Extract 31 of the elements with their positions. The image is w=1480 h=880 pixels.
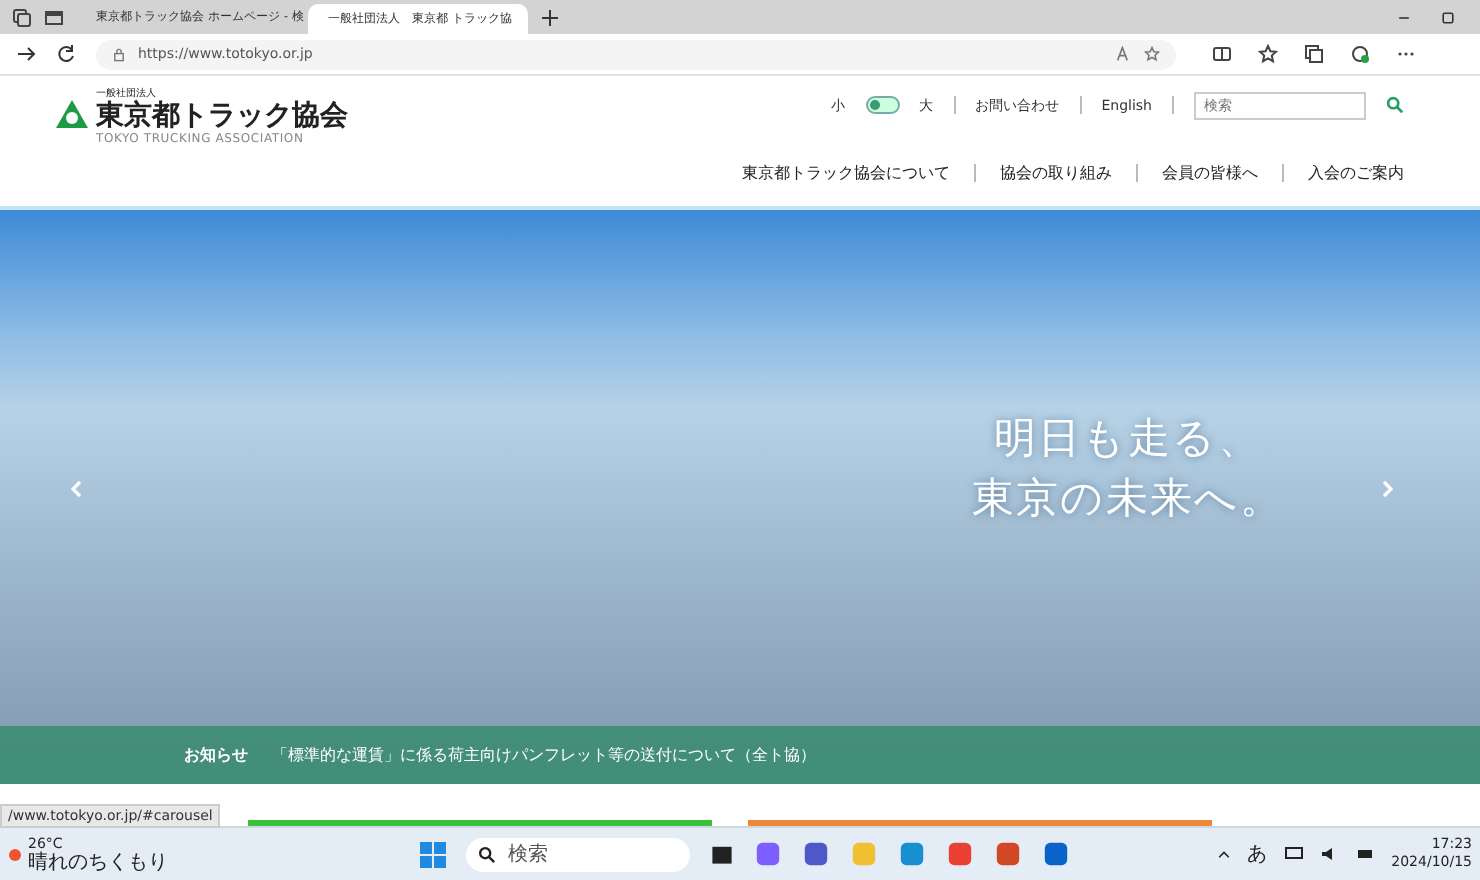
start-icon[interactable] <box>420 841 446 867</box>
logo-icon <box>54 98 90 134</box>
hero-headline: 東京の未来へ。 <box>972 472 1284 526</box>
chevron-up-icon[interactable] <box>1215 846 1232 862</box>
news-link[interactable]: 「標準的な運賃」に係る荷主向けパンフレット等の送付について（全ト協） <box>272 744 816 766</box>
refresh-icon[interactable] <box>56 44 76 64</box>
tab-actions-icon[interactable] <box>12 7 32 27</box>
favorites-icon[interactable] <box>1258 44 1278 64</box>
restore-icon[interactable] <box>1440 9 1456 25</box>
logo-name[interactable]: 東京都トラック協会 <box>96 99 348 131</box>
collections-icon[interactable] <box>1304 44 1324 64</box>
nav-link[interactable]: 会員の皆様へ <box>1162 161 1258 183</box>
nav-link[interactable]: 協会の取り組み <box>1000 161 1112 183</box>
weather-condition[interactable]: 晴れのちくもり <box>28 854 168 874</box>
task-view-icon[interactable] <box>710 842 734 866</box>
read-aloud-icon[interactable] <box>1116 46 1132 62</box>
taskbar-search-field[interactable]: 検索 <box>466 837 690 871</box>
search-icon[interactable] <box>478 845 496 863</box>
news-label: お知らせ <box>184 744 248 766</box>
hero-headline: 明日も走る、 <box>994 412 1262 466</box>
nav-link[interactable]: 東京都トラック協会について <box>742 161 950 183</box>
nav-link[interactable]: 入会のご案内 <box>1308 161 1404 183</box>
extension-icon[interactable] <box>1350 44 1370 64</box>
ime-indicator[interactable]: あ <box>1247 840 1268 868</box>
new-tab-icon[interactable] <box>540 7 560 27</box>
favorite-icon[interactable] <box>1144 46 1160 62</box>
tab-list-icon[interactable] <box>44 7 64 27</box>
forward-icon[interactable] <box>16 44 36 64</box>
lock-icon[interactable] <box>112 47 126 61</box>
text-size-toggle[interactable] <box>865 96 900 114</box>
split-screen-icon[interactable] <box>1212 44 1232 64</box>
